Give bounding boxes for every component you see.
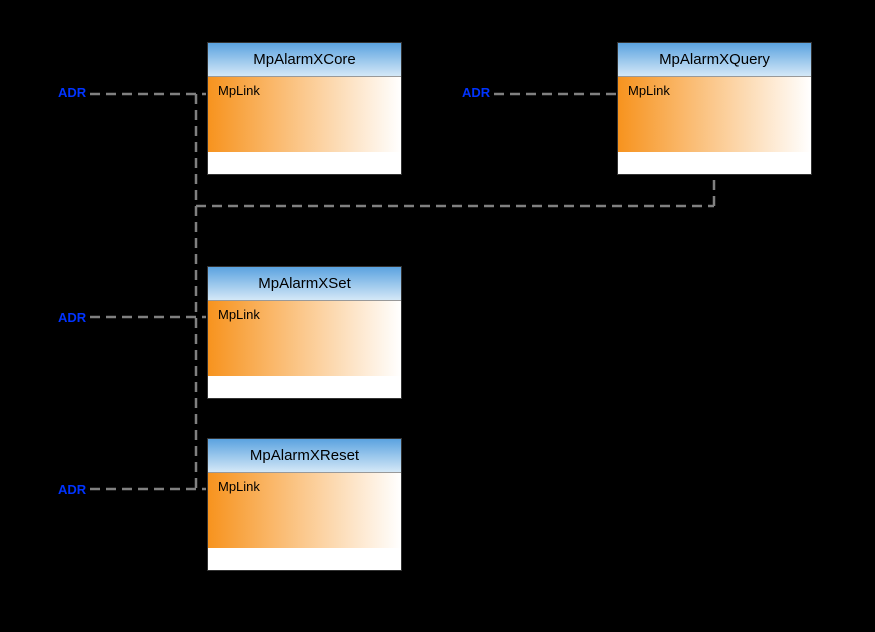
block-set-param: MpLink: [218, 307, 260, 322]
adr-label-reset: ADR: [58, 482, 86, 497]
block-query-title: MpAlarmXQuery: [618, 43, 811, 77]
block-reset-param: MpLink: [218, 479, 260, 494]
block-core: MpAlarmXCore MpLink: [207, 42, 402, 175]
block-reset-body: MpLink: [208, 473, 401, 548]
block-reset-title: MpAlarmXReset: [208, 439, 401, 473]
block-set-title: MpAlarmXSet: [208, 267, 401, 301]
block-set: MpAlarmXSet MpLink: [207, 266, 402, 399]
block-reset: MpAlarmXReset MpLink: [207, 438, 402, 571]
block-query: MpAlarmXQuery MpLink: [617, 42, 812, 175]
block-core-param: MpLink: [218, 83, 260, 98]
block-query-body: MpLink: [618, 77, 811, 152]
block-core-title: MpAlarmXCore: [208, 43, 401, 77]
block-set-footer: [208, 376, 401, 398]
adr-label-set: ADR: [58, 310, 86, 325]
block-core-body: MpLink: [208, 77, 401, 152]
block-query-footer: [618, 152, 811, 174]
adr-label-query: ADR: [462, 85, 490, 100]
block-query-param: MpLink: [628, 83, 670, 98]
adr-label-core: ADR: [58, 85, 86, 100]
block-core-footer: [208, 152, 401, 174]
block-set-body: MpLink: [208, 301, 401, 376]
block-reset-footer: [208, 548, 401, 570]
